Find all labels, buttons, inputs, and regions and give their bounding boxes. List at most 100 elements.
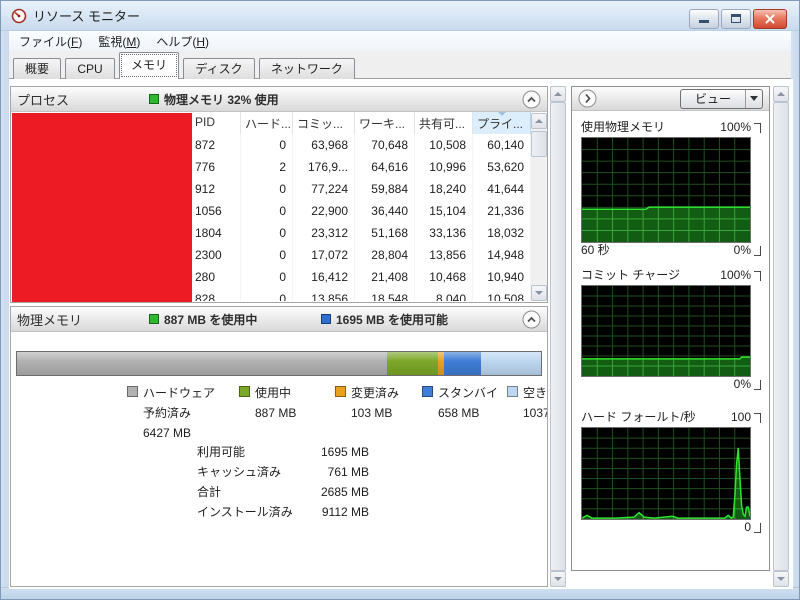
- memory-available-label: 1695 MB を使用可能: [336, 312, 449, 327]
- graph-min-label: 0: [744, 520, 751, 534]
- stat-label-cached: キャッシュ済み: [197, 465, 282, 479]
- scale-bracket-bottom: [754, 246, 761, 256]
- maximize-icon: [731, 14, 741, 23]
- scroll-up-icon: [535, 119, 543, 123]
- graph-min-label: 0%: [733, 377, 751, 391]
- resource-monitor-icon: [11, 8, 27, 23]
- bar-segment-in-use: [386, 352, 438, 375]
- column-header-pid[interactable]: PID: [191, 112, 241, 134]
- physical-memory-usage-icon: [149, 94, 159, 104]
- memory-composition-bar: [16, 351, 542, 376]
- column-header-shareable[interactable]: 共有可...: [415, 112, 473, 134]
- legend-swatch-in-use: [239, 386, 250, 397]
- scroll-up-button[interactable]: [531, 113, 547, 129]
- tab-memory[interactable]: メモリ: [119, 52, 180, 79]
- scroll-up-button[interactable]: [550, 86, 566, 102]
- graph-title-used-physical-memory: 使用物理メモリ: [581, 120, 666, 134]
- scale-bracket-top: [754, 413, 761, 423]
- legend-in-use: 使用中 887 MB: [239, 383, 335, 443]
- physical-memory-panel-header: 物理メモリ 887 MB を使用中 1695 MB を使用可能: [11, 307, 547, 332]
- memory-bar-legend: ハードウェア 予約済み 6427 MB 使用中 887 MB 変更済み 103 MB ス…: [127, 383, 547, 443]
- physical-memory-usage-label: 物理メモリ 32% 使用: [164, 92, 279, 107]
- physical-memory-panel-title: 物理メモリ: [17, 312, 83, 328]
- graph-title-hard-faults: ハード フォールト/秒: [581, 410, 696, 424]
- commit-charge-graph: [581, 285, 751, 377]
- right-pane-scrollbar[interactable]: [773, 86, 789, 587]
- scroll-up-button[interactable]: [773, 86, 789, 102]
- column-header-working-set[interactable]: ワーキ...: [355, 112, 415, 134]
- memory-used-icon: [149, 314, 159, 324]
- maximize-button[interactable]: [721, 9, 751, 29]
- bar-segment-standby: [443, 352, 482, 375]
- graph-min-label: 0%: [733, 243, 751, 257]
- scroll-down-button[interactable]: [531, 285, 547, 301]
- sort-descending-icon: [497, 112, 506, 116]
- graph-x-axis-label: 60 秒: [581, 243, 610, 257]
- menu-monitor[interactable]: 監視(M): [90, 31, 148, 52]
- graph-title-commit-charge: コミット チャージ: [581, 268, 680, 282]
- resource-monitor-window: リソース モニター ファイル(F) 監視(M) ヘルプ(H) 概要 CPU メモ…: [0, 0, 800, 600]
- left-pane-scrollbar[interactable]: [550, 86, 566, 587]
- legend-modified: 変更済み 103 MB: [335, 383, 422, 443]
- memory-stats: 利用可能 1695 MB キャッシュ済み 761 MB 合計 2685 MB インスト…: [197, 442, 369, 522]
- legend-free: 空き1037 MB: [507, 383, 547, 443]
- collapse-graphs-panel-button[interactable]: [578, 89, 597, 108]
- minimize-button[interactable]: [689, 9, 719, 29]
- window-border-left: [1, 31, 9, 599]
- window-title: リソース モニター: [33, 9, 140, 24]
- legend-swatch-hardware-reserved: [127, 386, 138, 397]
- graphs-list: 使用物理メモリ 100% 60 秒 0% コミット チャージ 100% 0% ハ…: [572, 111, 769, 537]
- scrollbar-thumb[interactable]: [550, 102, 566, 571]
- process-panel: プロセス 物理メモリ 32% 使用 PID ハード... コミッ... ワーキ.…: [10, 86, 548, 303]
- scroll-down-icon: [535, 291, 543, 295]
- redacted-image-column: [12, 113, 192, 302]
- collapse-process-panel-button[interactable]: [522, 90, 541, 109]
- scrollbar-thumb[interactable]: [773, 102, 789, 571]
- column-header-private[interactable]: プライ...: [473, 112, 531, 134]
- legend-swatch-free: [507, 386, 518, 397]
- process-panel-header: プロセス 物理メモリ 32% 使用: [11, 87, 547, 112]
- minimize-icon: [699, 20, 709, 23]
- collapse-memory-panel-button[interactable]: [522, 310, 541, 329]
- process-table-scrollbar[interactable]: [531, 113, 547, 301]
- view-dropdown-button[interactable]: [745, 89, 762, 108]
- bar-segment-free: [481, 352, 541, 375]
- scroll-up-icon: [554, 92, 562, 96]
- close-button[interactable]: [753, 9, 787, 29]
- legend-swatch-standby: [422, 386, 433, 397]
- stat-label-available: 利用可能: [197, 445, 246, 459]
- scroll-down-button[interactable]: [550, 571, 566, 587]
- column-header-hard-faults[interactable]: ハード...: [241, 112, 293, 134]
- menu-help[interactable]: ヘルプ(H): [148, 31, 217, 52]
- scale-bracket-top: [754, 271, 761, 281]
- scroll-down-button[interactable]: [773, 571, 789, 587]
- scrollbar-thumb[interactable]: [531, 131, 547, 157]
- tab-network[interactable]: ネットワーク: [258, 58, 355, 80]
- column-header-commit[interactable]: コミッ...: [293, 112, 355, 134]
- client-area: プロセス 物理メモリ 32% 使用 PID ハード... コミッ... ワーキ.…: [9, 79, 793, 589]
- used-physical-memory-graph: [581, 137, 751, 243]
- view-button[interactable]: ビュー: [679, 88, 763, 109]
- graph-max-label: 100%: [720, 120, 751, 134]
- tab-bar: 概要 CPU メモリ ディスク ネットワーク: [9, 51, 791, 80]
- stat-value-available: 1695 MB: [320, 445, 369, 459]
- memory-used-label: 887 MB を使用中: [164, 312, 258, 327]
- tab-overview[interactable]: 概要: [13, 58, 62, 80]
- menu-file[interactable]: ファイル(F): [11, 31, 90, 52]
- scale-bracket-top: [754, 123, 761, 133]
- stat-value-cached: 761 MB: [327, 465, 369, 479]
- graph-max-label: 100: [730, 410, 751, 424]
- scroll-up-icon: [777, 92, 785, 96]
- view-button-label: ビュー: [694, 92, 731, 106]
- stat-value-installed: 9112 MB: [321, 505, 369, 519]
- stat-label-total: 合計: [197, 485, 222, 499]
- graphs-panel-header: ビュー: [572, 87, 769, 111]
- hard-faults-graph: [581, 427, 751, 520]
- tab-cpu[interactable]: CPU: [65, 58, 115, 80]
- bar-segment-hardware-reserved: [17, 352, 387, 375]
- titlebar[interactable]: リソース モニター: [1, 1, 799, 31]
- legend-swatch-modified: [335, 386, 346, 397]
- tab-disk[interactable]: ディスク: [183, 58, 255, 80]
- legend-hardware-reserved: ハードウェア 予約済み 6427 MB: [127, 383, 239, 443]
- legend-standby: スタンバイ 658 MB: [422, 383, 507, 443]
